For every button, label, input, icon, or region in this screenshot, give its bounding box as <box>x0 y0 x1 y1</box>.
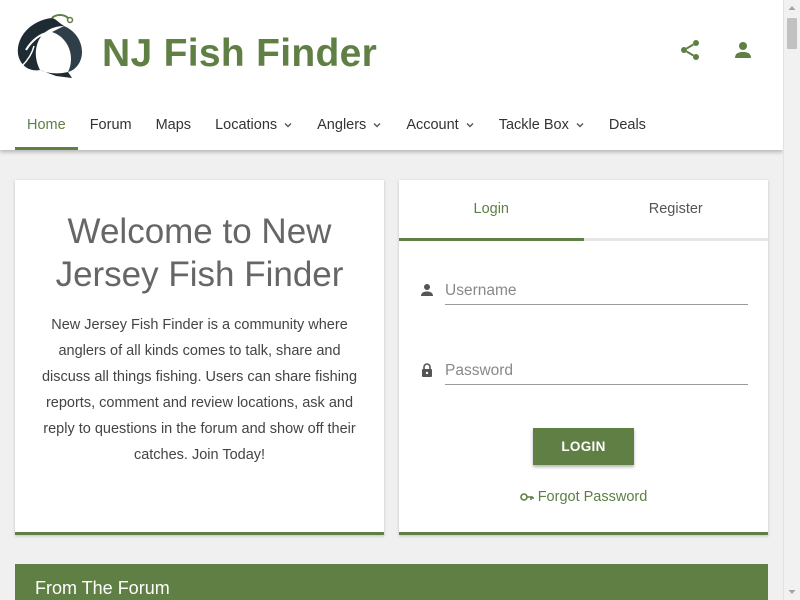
share-icon[interactable] <box>678 38 702 62</box>
scroll-up-arrow-icon[interactable] <box>784 0 800 16</box>
forum-heading: From The Forum <box>35 578 170 598</box>
nav-deals-label: Deals <box>608 117 646 133</box>
welcome-card: Welcome to New Jersey Fish Finder New Je… <box>15 180 384 535</box>
nav-anglers-label: Anglers <box>317 117 367 133</box>
password-input[interactable] <box>445 358 748 385</box>
page-scrollbar[interactable] <box>783 0 800 600</box>
nav-anglers[interactable]: Anglers <box>305 100 394 150</box>
chevron-down-icon <box>373 123 381 128</box>
chevron-down-icon <box>576 123 584 128</box>
nav-maps-label: Maps <box>155 117 192 133</box>
chevron-down-icon <box>284 123 292 128</box>
nav-maps[interactable]: Maps <box>144 100 203 150</box>
main-nav: Home Forum Maps Locations Anglers Accoun… <box>15 100 658 150</box>
account-icon[interactable] <box>731 38 755 62</box>
nav-account-label: Account <box>406 117 459 133</box>
nav-deals[interactable]: Deals <box>597 100 658 150</box>
page: NJ Fish Finder Home Forum Maps Locations… <box>0 0 783 600</box>
site-title[interactable]: NJ Fish Finder <box>102 32 377 76</box>
forum-section-header: From The Forum <box>15 564 768 600</box>
nav-locations-label: Locations <box>215 117 278 133</box>
nav-tackle-box-label: Tackle Box <box>498 117 569 133</box>
nav-forum-label: Forum <box>89 117 132 133</box>
chevron-down-icon <box>466 123 474 128</box>
person-icon <box>421 284 433 296</box>
nav-home[interactable]: Home <box>15 100 78 150</box>
key-icon <box>519 493 534 501</box>
login-button[interactable]: LOGIN <box>533 428 634 465</box>
site-header: NJ Fish Finder Home Forum Maps Locations… <box>0 0 783 150</box>
fish-logo-icon[interactable] <box>12 10 92 78</box>
nav-account[interactable]: Account <box>394 100 486 150</box>
password-field <box>419 356 748 396</box>
forgot-password-link[interactable]: Forgot Password <box>399 489 768 505</box>
username-field <box>419 276 748 316</box>
username-input[interactable] <box>445 278 748 305</box>
welcome-heading: Welcome to New Jersey Fish Finder <box>55 212 344 294</box>
login-card: Login Register LOGIN Forgot Pas <box>399 180 768 535</box>
scroll-down-arrow-icon[interactable] <box>784 584 800 600</box>
welcome-body: New Jersey Fish Finder is a community wh… <box>41 317 358 463</box>
nav-home-label: Home <box>27 117 66 133</box>
forgot-password-label: Forgot Password <box>537 489 648 505</box>
nav-locations[interactable]: Locations <box>203 100 305 150</box>
lock-icon <box>422 363 432 377</box>
tab-register[interactable]: Register <box>584 180 769 238</box>
scrollbar-thumb[interactable] <box>787 18 797 49</box>
nav-forum[interactable]: Forum <box>78 100 144 150</box>
auth-tabs: Login Register <box>399 180 768 241</box>
tab-login[interactable]: Login <box>399 180 584 241</box>
nav-tackle-box[interactable]: Tackle Box <box>487 100 597 150</box>
